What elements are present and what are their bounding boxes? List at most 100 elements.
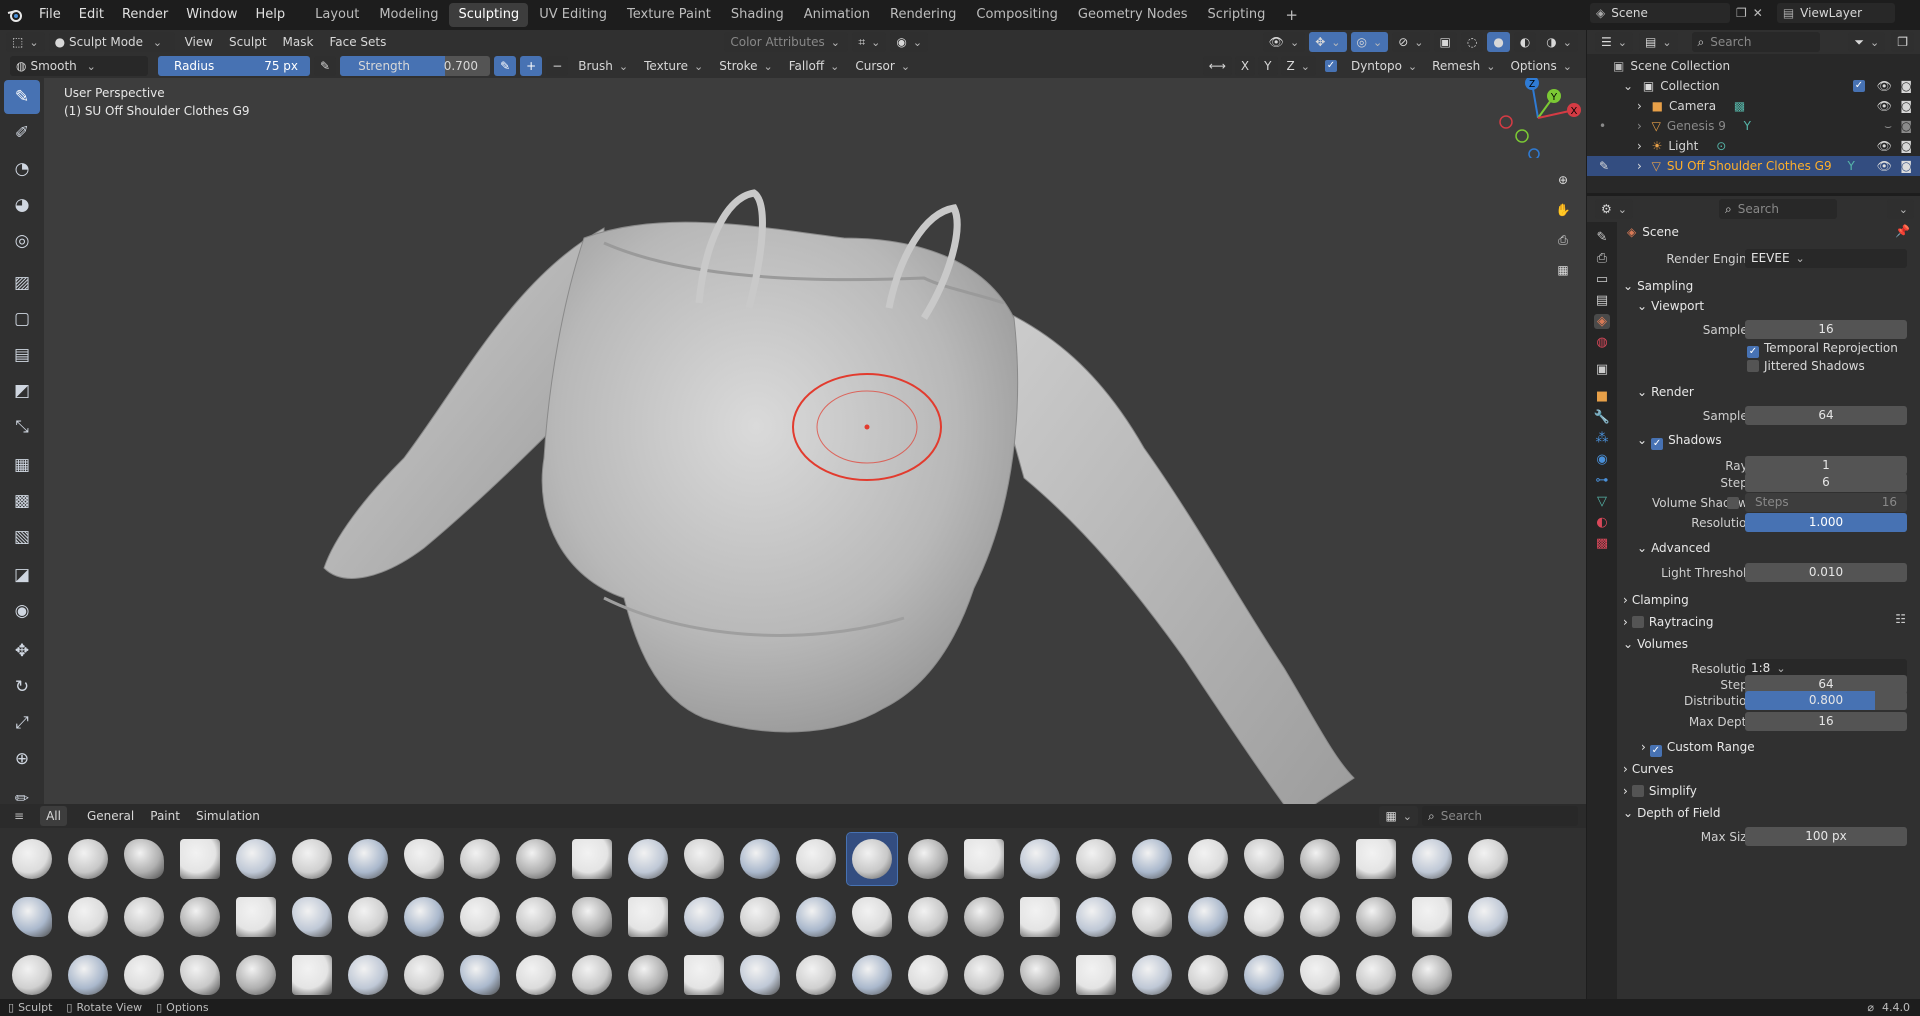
menu-stroke[interactable]: Stroke	[713, 56, 778, 76]
filter-icon[interactable]: ⏷	[1848, 32, 1886, 52]
box-face-set-tool-icon[interactable]: ▤	[4, 338, 40, 372]
menu-falloff[interactable]: Falloff	[783, 56, 846, 76]
scale-tool-icon[interactable]: ⤢	[4, 706, 40, 740]
brush-thumbnail[interactable]	[287, 833, 337, 885]
shading-material-icon[interactable]: ◐	[1513, 32, 1537, 52]
brush-thumbnail[interactable]	[231, 833, 281, 885]
xray-toggle-icon[interactable]: ▣	[1433, 32, 1457, 52]
output-tab-icon[interactable]: ▭	[1596, 272, 1608, 287]
max-depth-field[interactable]: 16	[1745, 712, 1907, 731]
snapping-icon[interactable]: ⌗	[852, 32, 887, 52]
camera-view-icon[interactable]: ⎙	[1551, 228, 1575, 252]
scene-collection-row[interactable]: ▣ Scene Collection	[1587, 56, 1920, 76]
render-tab-icon[interactable]: ⎙	[1597, 251, 1607, 266]
tool-tab-icon[interactable]: ✎	[1597, 230, 1608, 245]
box-mask-tool-icon[interactable]: ▨	[4, 266, 40, 300]
tab-uv-editing[interactable]: UV Editing	[530, 3, 616, 27]
move-tool-icon[interactable]: ✥	[4, 634, 40, 668]
brush-thumbnail[interactable]	[511, 949, 561, 1001]
brush-thumbnail[interactable]	[679, 949, 729, 1001]
tab-compositing[interactable]: Compositing	[967, 3, 1067, 27]
brush-thumbnail[interactable]	[679, 833, 729, 885]
transform-tool-icon[interactable]: ⊕	[4, 742, 40, 776]
strength-field[interactable]: Strength 0.700	[340, 56, 491, 76]
advanced-subpanel-header[interactable]: ⌄ Advanced	[1637, 538, 1710, 558]
direction-subtract-icon[interactable]: −	[546, 56, 569, 76]
brush-thumbnail[interactable]	[735, 833, 785, 885]
brush-thumbnail[interactable]	[1071, 891, 1121, 943]
collection-row[interactable]: ⌄ ▣ Collection ✓ 👁 ◙	[1587, 76, 1920, 96]
visibility-icon[interactable]: 👁	[1262, 32, 1306, 52]
resolution-field[interactable]: 1.000	[1745, 513, 1907, 532]
light-threshold-field[interactable]: 0.010	[1745, 563, 1907, 582]
brush-thumbnail[interactable]	[63, 949, 113, 1001]
face-set-tool-icon[interactable]: ◎	[4, 224, 40, 258]
brush-thumbnail[interactable]	[959, 833, 1009, 885]
zoom-icon[interactable]: ⊕	[1551, 168, 1575, 192]
eye-icon[interactable]: 👁	[1877, 76, 1892, 96]
expand-icon[interactable]: ⌄	[1623, 79, 1633, 93]
world-tab-icon[interactable]: ◍	[1596, 335, 1607, 350]
brush-thumbnail[interactable]	[1183, 833, 1233, 885]
add-workspace-icon[interactable]: +	[1276, 3, 1307, 27]
brush-thumbnail[interactable]	[1015, 891, 1065, 943]
xray-icon[interactable]: ⊘	[1392, 32, 1430, 52]
expand-icon[interactable]: ›	[1637, 99, 1642, 113]
brush-thumbnail[interactable]	[791, 833, 841, 885]
brush-thumbnail[interactable]	[343, 949, 393, 1001]
modifier-tab-icon[interactable]: 🔧	[1594, 410, 1610, 425]
brush-thumbnail[interactable]	[903, 949, 953, 1001]
brush-thumbnail[interactable]	[231, 949, 281, 1001]
render-samples-field[interactable]: 64	[1745, 406, 1907, 425]
brush-thumbnail[interactable]	[679, 891, 729, 943]
brush-thumbnail[interactable]	[455, 949, 505, 1001]
expand-icon[interactable]: ›	[1637, 159, 1642, 173]
physics-tab-icon[interactable]: ◉	[1596, 452, 1607, 467]
object-tab-icon[interactable]: ■	[1596, 389, 1608, 404]
scene-tab-icon[interactable]: ◈	[1594, 314, 1610, 329]
new-scene-icon[interactable]: ❐	[1736, 6, 1747, 20]
menu-view[interactable]: View	[179, 32, 219, 52]
brush-thumbnail[interactable]	[1127, 891, 1177, 943]
tab-layout[interactable]: Layout	[306, 3, 368, 27]
box-trim-tool-icon[interactable]: ◩	[4, 374, 40, 408]
outliner-editor-icon[interactable]: ☰	[1595, 32, 1633, 52]
brush-thumbnail[interactable]	[567, 833, 617, 885]
blender-logo-icon[interactable]	[0, 7, 30, 23]
volume-shadows-checkbox[interactable]	[1727, 497, 1739, 509]
particles-tab-icon[interactable]: ⁂	[1596, 431, 1609, 446]
tab-modeling[interactable]: Modeling	[370, 3, 447, 27]
brush-selector[interactable]: ◍ Smooth	[10, 56, 148, 76]
radius-field[interactable]: Radius 75 px	[158, 56, 310, 76]
menu-file[interactable]: File	[30, 0, 70, 30]
brush-thumbnail[interactable]	[455, 833, 505, 885]
brush-thumbnail[interactable]	[1071, 949, 1121, 1001]
brush-thumbnail[interactable]	[567, 949, 617, 1001]
brush-thumbnail[interactable]	[1183, 949, 1233, 1001]
paint-brush-tool-icon[interactable]: ✐	[4, 116, 40, 150]
brush-thumbnail[interactable]	[1295, 833, 1345, 885]
brush-thumbnail[interactable]	[1407, 891, 1457, 943]
color-attributes-dropdown[interactable]: Color Attributes	[724, 32, 849, 52]
menu-sculpt[interactable]: Sculpt	[223, 32, 272, 52]
proportional-icon[interactable]: ◉	[890, 32, 929, 52]
brush-thumbnail[interactable]	[1407, 949, 1457, 1001]
ortho-grid-icon[interactable]: ▦	[1551, 258, 1575, 282]
temporal-reprojection-checkbox[interactable]: ✓ Temporal Reprojection	[1747, 338, 1898, 358]
shadows-subpanel-header[interactable]: ⌄ ✓ Shadows	[1637, 430, 1722, 450]
color-brush-tool-icon[interactable]: ◕	[4, 188, 40, 222]
box-hide-tool-icon[interactable]: ▢	[4, 302, 40, 336]
brush-thumbnail[interactable]	[287, 891, 337, 943]
rotate-tool-icon[interactable]: ↻	[4, 670, 40, 704]
radius-pressure-icon[interactable]: ✎	[314, 56, 337, 76]
depth-of-field-panel-header[interactable]: ⌄ Depth of Field	[1623, 803, 1721, 823]
brush-thumbnail[interactable]	[511, 891, 561, 943]
brush-thumbnail[interactable]	[1239, 891, 1289, 943]
collection-include-checkbox[interactable]: ✓	[1853, 80, 1865, 92]
menu-window[interactable]: Window	[177, 0, 246, 30]
clamping-panel-header[interactable]: › Clamping	[1623, 590, 1689, 610]
brush-thumbnail[interactable]	[231, 891, 281, 943]
tab-texture-paint[interactable]: Texture Paint	[618, 3, 720, 27]
render-subpanel-header[interactable]: ⌄ Render	[1637, 382, 1694, 402]
brush-thumbnail[interactable]	[7, 949, 57, 1001]
